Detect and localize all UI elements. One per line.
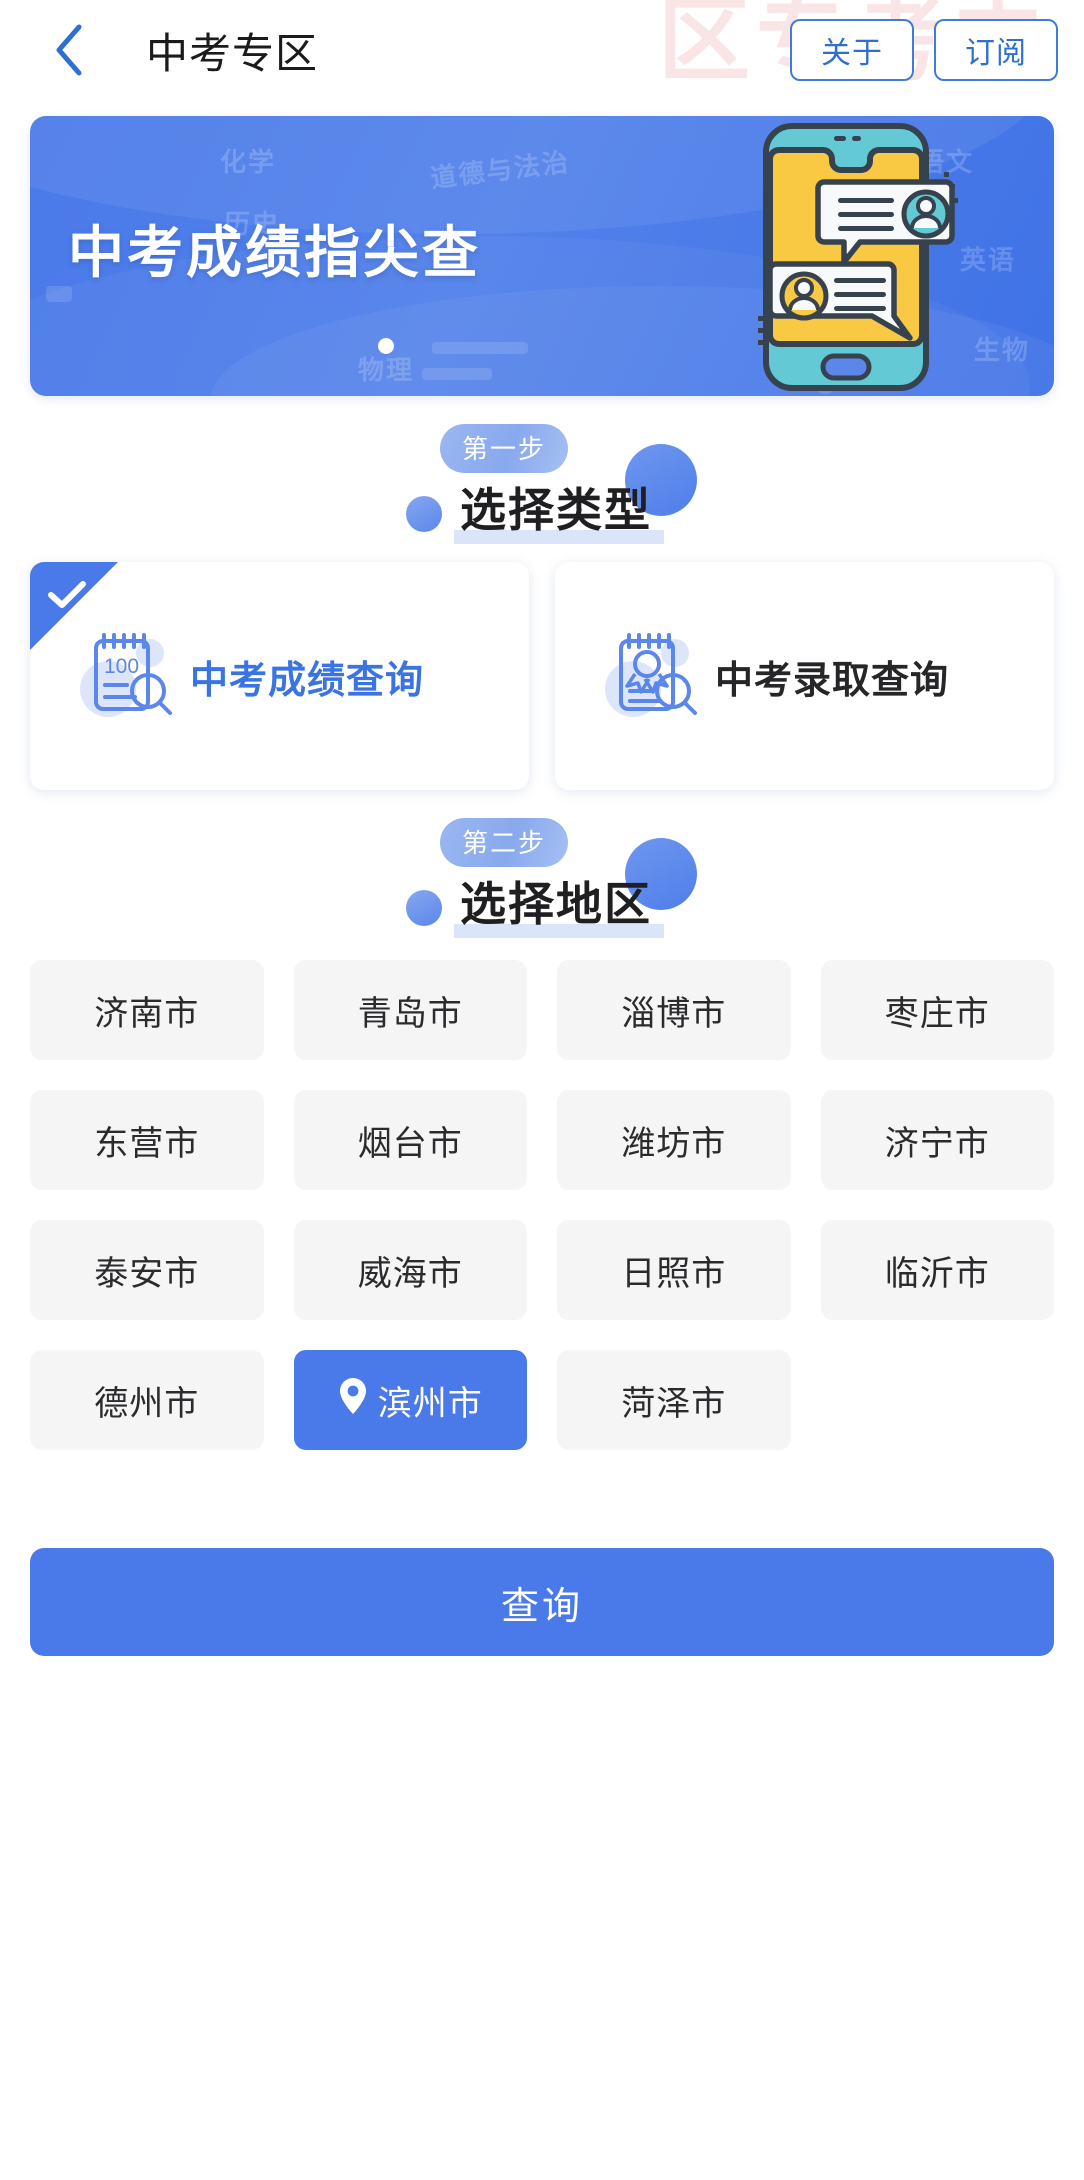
region-option-label: 潍坊市 (621, 1124, 727, 1163)
region-option[interactable]: 威海市 (293, 1220, 527, 1320)
region-option[interactable]: 德州市 (30, 1350, 264, 1450)
banner-decor-shape (432, 342, 528, 354)
type-option-score-query[interactable]: 100 中考成绩查询 (30, 562, 529, 790)
region-option-label: 枣庄市 (884, 994, 990, 1033)
about-button[interactable]: 关于 (790, 19, 914, 81)
location-pin-icon (338, 1377, 368, 1424)
region-option-label: 德州市 (94, 1384, 200, 1423)
banner-decor-shape (422, 368, 492, 380)
step-two-heading: 第二步 选择地区 (0, 816, 1084, 948)
region-grid: 济南市 青岛市 淄博市 枣庄市东营市 烟台市 潍坊市 济宁市泰安市 威海市 日照市 临沂市德州市 滨… (0, 960, 1084, 1450)
chevron-left-icon (54, 24, 84, 76)
region-option-label: 临沂市 (884, 1254, 990, 1293)
region-option-label: 青岛市 (357, 994, 463, 1033)
region-option[interactable]: 淄博市 (557, 960, 791, 1060)
header-actions: 关于 订阅 (790, 19, 1058, 81)
region-option-label: 东营市 (94, 1124, 200, 1163)
region-option[interactable]: 泰安市 (30, 1220, 264, 1320)
step-decor-circle-small (406, 496, 442, 532)
region-option-label: 济南市 (94, 994, 200, 1033)
region-option[interactable]: 菏泽市 (557, 1350, 791, 1450)
back-button[interactable] (40, 19, 98, 81)
step-one-heading: 第一步 选择类型 (0, 422, 1084, 554)
banner-background: 化学 道德与法治 语文 历史 英语 物理 生物 中考成绩指尖查 (30, 116, 1054, 396)
step-one-badge: 第一步 (440, 424, 569, 473)
svg-text:100: 100 (104, 655, 139, 678)
query-button[interactable]: 查询 (30, 1548, 1054, 1656)
region-option-label: 威海市 (357, 1254, 463, 1293)
region-option[interactable]: 临沂市 (820, 1220, 1054, 1320)
notepad-score-search-icon: 100 (72, 621, 182, 731)
type-option-label: 中考成绩查询 (190, 659, 425, 702)
region-option[interactable]: 济南市 (30, 960, 264, 1060)
region-option-label: 日照市 (621, 1254, 727, 1293)
banner-title: 中考成绩指尖查 (68, 221, 481, 284)
type-option-list: 100 中考成绩查询 中考录取查询 (0, 562, 1084, 790)
mzhongkao-zone-page: 区专考中 中考专区 关于 订阅 化学 道德与法治 语文 历史 英语 物理 (0, 0, 1084, 2180)
region-option[interactable]: 枣庄市 (820, 960, 1054, 1060)
region-option-label: 淄博市 (621, 994, 727, 1033)
step-two-badge: 第二步 (440, 818, 569, 867)
promo-banner[interactable]: 化学 道德与法治 语文 历史 英语 物理 生物 中考成绩指尖查 (30, 116, 1054, 396)
step-one-title: 选择类型 (460, 484, 652, 536)
banner-pagination-dot[interactable] (378, 338, 394, 354)
region-option-label: 济宁市 (884, 1124, 990, 1163)
type-option-label: 中考录取查询 (715, 659, 950, 702)
type-option-admission-query[interactable]: 中考录取查询 (555, 562, 1054, 790)
step-two-title: 选择地区 (460, 878, 652, 930)
region-option[interactable]: 烟台市 (293, 1090, 527, 1190)
region-option-label: 滨州市 (377, 1384, 483, 1423)
region-option[interactable]: 滨州市 (293, 1350, 527, 1450)
region-option[interactable]: 济宁市 (820, 1090, 1054, 1190)
subscribe-button[interactable]: 订阅 (934, 19, 1058, 81)
notepad-award-search-icon (597, 621, 707, 731)
step-decor-circle-small (406, 890, 442, 926)
region-option[interactable]: 潍坊市 (557, 1090, 791, 1190)
phone-chat-illustration (746, 120, 976, 396)
region-option[interactable]: 东营市 (30, 1090, 264, 1190)
region-option-label: 泰安市 (94, 1254, 200, 1293)
region-option[interactable]: 青岛市 (293, 960, 527, 1060)
check-icon (47, 580, 87, 615)
submit-bar: 查询 (0, 1548, 1084, 1656)
app-header: 区专考中 中考专区 关于 订阅 (0, 0, 1084, 100)
region-option-label: 烟台市 (357, 1124, 463, 1163)
region-option-label: 菏泽市 (621, 1384, 727, 1423)
region-option[interactable]: 日照市 (557, 1220, 791, 1320)
page-title: 中考专区 (146, 29, 319, 77)
